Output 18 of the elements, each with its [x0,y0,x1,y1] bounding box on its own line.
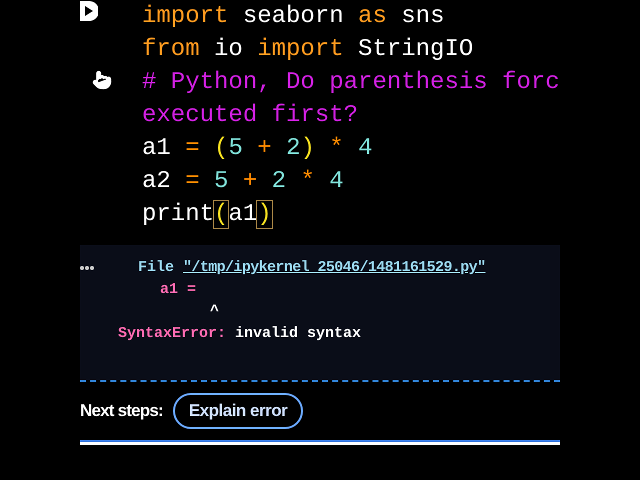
explain-error-button[interactable]: Explain error [172,393,304,429]
code-line: # Python, Do parenthesis forc [142,68,560,98]
code-line: executed first? [142,101,358,131]
code-line: print(a1) [142,200,272,230]
file-label: File [138,258,174,278]
error-message: invalid syntax [235,324,362,344]
run-icon[interactable] [80,1,98,21]
error-code-line: a1 = [160,280,196,300]
code-line: from io import StringIO [142,35,474,65]
more-icon[interactable] [80,265,94,271]
code-line: a1 = (5 + 2) * 4 [142,134,372,164]
hand-cursor-icon [92,70,112,90]
error-caret: ^ [210,302,220,322]
next-steps-label: Next steps: [80,400,163,422]
file-path-link[interactable]: "/tmp/ipykernel 25046/1481161529.py" [183,257,486,279]
code-line: a2 = 5 + 2 * 4 [142,167,344,197]
error-name: SyntaxError: [118,324,226,344]
code-line: import seaborn as sns [142,2,444,32]
